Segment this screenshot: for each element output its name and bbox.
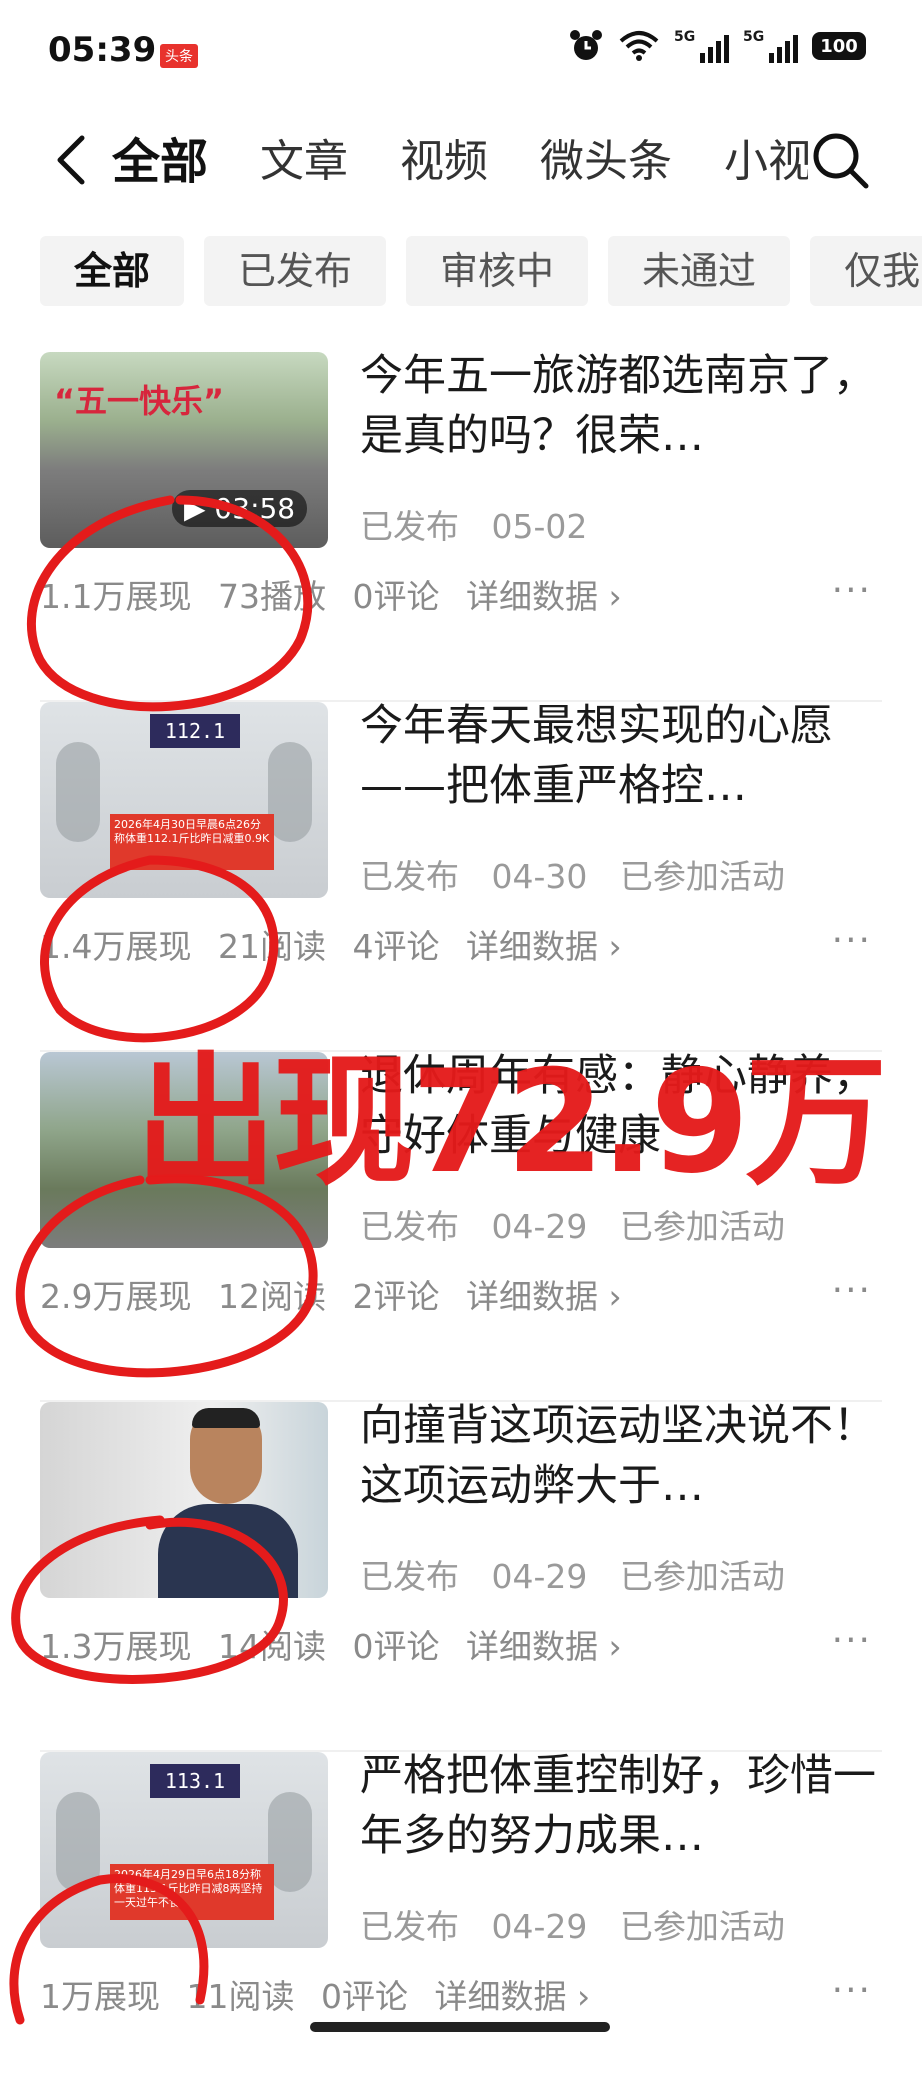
- publish-status: 已发布: [360, 1207, 459, 1246]
- tab-micro-posts[interactable]: 微头条: [514, 126, 698, 198]
- reads-count: 14阅读: [217, 1627, 326, 1666]
- status-icons: 5G 5G 100: [568, 28, 866, 64]
- publish-date: 04-29: [491, 1207, 588, 1246]
- network-type-label: 5G: [674, 29, 696, 45]
- scale-reading: 113.1: [150, 1764, 240, 1798]
- overlay-annotation-text: 出现72.9万: [135, 1040, 887, 1205]
- video-duration: ▶ 03:58: [172, 490, 308, 527]
- details-link[interactable]: 详细数据 ›: [435, 1977, 591, 2016]
- list-item[interactable]: “五一快乐” ▶ 03:58 今年五一旅游都选南京了，是真的吗？很荣… 已发布 …: [40, 351, 882, 702]
- activity-tag: 已参加活动: [619, 1207, 785, 1246]
- video-thumbnail[interactable]: “五一快乐” ▶ 03:58: [40, 352, 328, 548]
- back-arrow-icon[interactable]: [44, 130, 104, 190]
- article-thumbnail[interactable]: 113.1 2026年4月29日早6点18分称体重113.1斤比昨日减8两坚持一…: [40, 1752, 328, 1948]
- plays-count: 73播放: [217, 577, 326, 616]
- home-indicator[interactable]: [310, 2022, 610, 2032]
- person-photo: [158, 1408, 298, 1598]
- filter-rejected[interactable]: 未通过: [608, 236, 791, 306]
- more-options-icon[interactable]: ···: [832, 1270, 872, 1311]
- filter-published[interactable]: 已发布: [204, 236, 387, 306]
- app-notification-badge: 头条: [160, 44, 198, 68]
- item-title[interactable]: 严格把体重控制好，珍惜一年多的努力成果…: [360, 1746, 880, 1866]
- details-link[interactable]: 详细数据 ›: [466, 1277, 622, 1316]
- article-thumbnail[interactable]: 112.1 2026年4月30日早晨6点26分称体重112.1斤比昨日减重0.9…: [40, 702, 328, 898]
- status-bar: 05:39 头条 5G 5G 100: [0, 0, 922, 100]
- publish-status: 已发布: [360, 507, 459, 546]
- details-link[interactable]: 详细数据 ›: [466, 1627, 622, 1666]
- publish-date: 04-29: [491, 1907, 588, 1946]
- details-link[interactable]: 详细数据 ›: [466, 577, 622, 616]
- impressions-count: 1.1万展现: [40, 577, 192, 616]
- comments-count: 2评论: [352, 1277, 440, 1316]
- publish-date: 04-29: [491, 1557, 588, 1596]
- signal-icon: 5G: [674, 29, 729, 63]
- item-meta: 已发布 04-30 已参加活动: [360, 850, 807, 898]
- thumbnail-caption: “五一快乐”: [54, 382, 225, 420]
- reads-count: 21阅读: [217, 927, 326, 966]
- impressions-count: 1.4万展现: [40, 927, 192, 966]
- tab-all[interactable]: 全部: [112, 126, 234, 198]
- reads-count: 11阅读: [186, 1977, 295, 2016]
- publish-status: 已发布: [360, 1907, 459, 1946]
- filter-under-review[interactable]: 审核中: [406, 236, 589, 306]
- item-stats: 1.3万展现 14阅读 0评论 详细数据 ›: [40, 1620, 638, 1668]
- item-title[interactable]: 今年五一旅游都选南京了，是真的吗？很荣…: [360, 346, 880, 466]
- scale-reading: 112.1: [150, 714, 240, 748]
- publish-status: 已发布: [360, 1557, 459, 1596]
- content-type-tabs: 全部 文章 视频 微头条 小视: [0, 112, 922, 212]
- item-meta: 已发布 04-29 已参加活动: [360, 1900, 807, 1948]
- tab-articles[interactable]: 文章: [234, 126, 374, 198]
- activity-tag: 已参加活动: [619, 1907, 785, 1946]
- content-list: “五一快乐” ▶ 03:58 今年五一旅游都选南京了，是真的吗？很荣… 已发布 …: [40, 351, 882, 2100]
- list-item[interactable]: 向撞背这项运动坚决说不！这项运动弊大于… 已发布 04-29 已参加活动 1.3…: [40, 1401, 882, 1752]
- wifi-icon: [619, 31, 659, 61]
- more-options-icon[interactable]: ···: [832, 920, 872, 961]
- item-stats: 1.1万展现 73播放 0评论 详细数据 ›: [40, 570, 638, 618]
- publish-date: 05-02: [491, 507, 588, 546]
- weight-stamp: 2026年4月29日早6点18分称体重113.1斤比昨日减8两坚持一天过午不食: [110, 1864, 274, 1920]
- article-thumbnail[interactable]: [40, 1402, 328, 1598]
- comments-count: 0评论: [321, 1977, 408, 2016]
- filter-all[interactable]: 全部: [40, 236, 185, 306]
- activity-tag: 已参加活动: [619, 857, 785, 896]
- more-options-icon[interactable]: ···: [832, 1970, 872, 2011]
- battery-icon: 100: [812, 32, 866, 60]
- impressions-count: 1万展现: [40, 1977, 160, 2016]
- details-link[interactable]: 详细数据 ›: [466, 927, 622, 966]
- publish-status: 已发布: [360, 857, 459, 896]
- item-meta: 已发布 04-29 已参加活动: [360, 1550, 807, 1598]
- item-title[interactable]: 向撞背这项运动坚决说不！这项运动弊大于…: [360, 1396, 880, 1516]
- item-stats: 2.9万展现 12阅读 2评论 详细数据 ›: [40, 1270, 638, 1318]
- filter-private[interactable]: 仅我: [810, 236, 922, 306]
- search-icon[interactable]: [808, 128, 872, 192]
- item-stats: 1万展现 11阅读 0评论 详细数据 ›: [40, 1970, 606, 2018]
- more-options-icon[interactable]: ···: [832, 1620, 872, 1661]
- signal-icon-2: 5G: [743, 29, 798, 63]
- comments-count: 4评论: [352, 927, 440, 966]
- network-type-label-2: 5G: [743, 29, 765, 45]
- more-options-icon[interactable]: ···: [832, 570, 872, 611]
- weight-stamp: 2026年4月30日早晨6点26分称体重112.1斤比昨日减重0.9K: [110, 814, 274, 870]
- comments-count: 0评论: [352, 1627, 440, 1666]
- status-time: 05:39: [48, 30, 157, 70]
- impressions-count: 1.3万展现: [40, 1627, 192, 1666]
- impressions-count: 2.9万展现: [40, 1277, 192, 1316]
- reads-count: 12阅读: [217, 1277, 326, 1316]
- activity-tag: 已参加活动: [619, 1557, 785, 1596]
- item-stats: 1.4万展现 21阅读 4评论 详细数据 ›: [40, 920, 638, 968]
- list-item[interactable]: 112.1 2026年4月30日早晨6点26分称体重112.1斤比昨日减重0.9…: [40, 701, 882, 1052]
- item-title[interactable]: 今年春天最想实现的心愿——把体重严格控…: [360, 696, 880, 816]
- comments-count: 0评论: [352, 577, 440, 616]
- tab-videos[interactable]: 视频: [374, 126, 514, 198]
- publish-date: 04-30: [491, 857, 588, 896]
- status-filter-chips: 全部 已发布 审核中 未通过 仅我: [40, 236, 922, 306]
- alarm-icon: [570, 30, 602, 60]
- item-meta: 已发布 05-02: [360, 500, 609, 548]
